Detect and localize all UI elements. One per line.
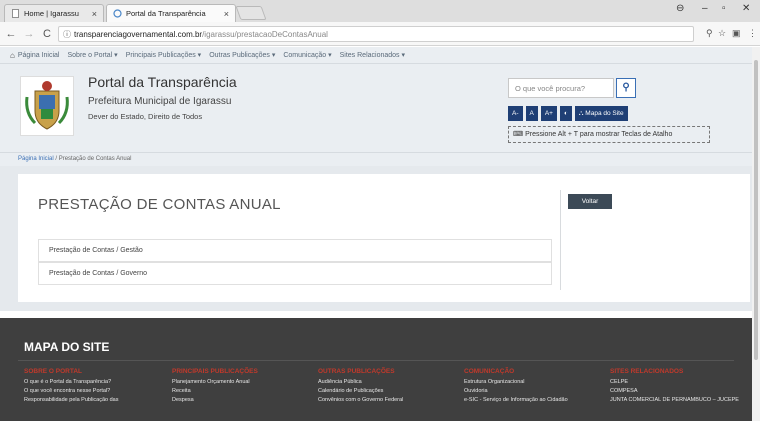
menu-icon[interactable]: ⋮ [748,28,757,39]
new-tab-button[interactable] [235,6,267,20]
site-title[interactable]: Portal da Transparência [88,74,237,90]
breadcrumb-home[interactable]: Página Inicial [18,156,54,162]
footer-divider [18,360,734,361]
tab-title: Home | Igarassu [24,9,79,18]
contrast-button[interactable]: ◐ [559,106,572,121]
footer-column-communication: COMUNICAÇÃO Estrutura Organizacional Ouv… [464,368,604,407]
accessibility-toolbar: A- A A+ ◐ ⛬ Mapa do Site [508,106,631,121]
footer-link[interactable]: Planejamento Orçamento Anual [172,379,312,385]
footer-heading[interactable]: SITES RELACIONADOS [610,368,750,375]
list-item-gestao[interactable]: Prestação de Contas / Gestão [38,239,552,262]
forward-arrow-icon[interactable]: → [22,28,36,40]
nav-item-home[interactable]: Página Inicial [18,52,60,59]
footer-link[interactable]: Responsabilidade pela Publicação das [24,397,164,403]
nav-item-communication[interactable]: Comunicação ▾ [283,51,331,59]
column-divider [560,190,561,290]
site-navigation: ⌂ Página Inicial Sobre o Portal ▾ Princi… [0,47,752,64]
municipal-crest-logo [20,76,74,136]
footer-link[interactable]: Convênios com o Governo Federal [318,397,458,403]
page-title: PRESTAÇÃO DE CONTAS ANUAL [38,196,281,213]
browser-tab-home[interactable]: Home | Igarassu × [4,4,104,22]
footer-title: MAPA DO SITE [24,340,110,354]
close-tab-icon[interactable]: × [224,9,229,19]
footer-heading[interactable]: OUTRAS PUBLICAÇÕES [318,368,458,375]
nav-item-main-publications[interactable]: Principais Publicações ▾ [126,51,202,59]
footer-column-about: SOBRE O PORTAL O que é o Portal da Trans… [24,368,164,407]
loading-icon [113,9,122,18]
extension-icon[interactable]: ▣ [732,28,741,39]
site-map-label: Mapa do Site [585,110,624,117]
tab-title: Portal da Transparência [126,9,206,18]
footer-link[interactable]: e-SIC - Serviço de Informação ao Cidadão [464,397,604,403]
url-host: transparenciagovernamental.com.br [74,29,203,39]
footer-link[interactable]: Estrutura Organizacional [464,379,604,385]
font-decrease-button[interactable]: A- [508,106,523,121]
page-icon [11,9,20,18]
footer-column-related-sites: SITES RELACIONADOS CELPE COMPESA JUNTA C… [610,368,750,407]
footer-heading[interactable]: SOBRE O PORTAL [24,368,164,375]
bookmark-star-icon[interactable]: ☆ [718,28,726,39]
zoom-icon[interactable]: ⚲ [706,28,713,39]
breadcrumb: Página Inicial / Prestação de Contas Anu… [0,152,752,166]
footer-column-main-publications: PRINCIPAIS PUBLICAÇÕES Planejamento Orça… [172,368,312,407]
maximize-icon[interactable]: ▫ [722,3,726,14]
footer-link[interactable]: O que é o Portal da Transparência? [24,379,164,385]
footer-column-other-publications: OUTRAS PUBLICAÇÕES Audiência Pública Cal… [318,368,458,407]
footer-link[interactable]: CELPE [610,379,750,385]
footer-link[interactable]: COMPESA [610,388,750,394]
site-subtitle: Prefeitura Municipal de Igarassu [88,96,232,107]
site-map-icon: ⛬ [578,110,584,117]
profile-icon[interactable]: ⊖ [676,3,684,14]
info-icon[interactable]: ⓘ [63,29,71,40]
breadcrumb-separator: / [55,156,58,162]
back-button[interactable]: Voltar [568,194,612,209]
footer-link[interactable]: JUNTA COMERCIAL DE PERNAMBUCO – JUCEPE [610,397,750,403]
list-item-governo[interactable]: Prestação de Contas / Governo [38,262,552,285]
home-icon[interactable]: ⌂ [10,51,15,60]
footer-link[interactable]: Despesa [172,397,312,403]
footer-link[interactable]: Audiência Pública [318,379,458,385]
keyboard-shortcut-hint[interactable]: ⌨ Pressione Alt + T para mostrar Teclas … [508,126,710,143]
site-header: Portal da Transparência Prefeitura Munic… [0,64,752,152]
footer-link[interactable]: Receita [172,388,312,394]
reload-icon[interactable]: C [40,28,54,40]
site-motto: Dever do Estado, Direito de Todos [88,112,203,121]
breadcrumb-current: Prestação de Contas Anual [58,156,132,162]
font-reset-button[interactable]: A [525,106,538,121]
font-increase-button[interactable]: A+ [540,106,557,121]
footer-heading[interactable]: COMUNICAÇÃO [464,368,604,375]
back-arrow-icon[interactable]: ← [4,28,18,40]
footer-link[interactable]: O que você encontra nesse Portal? [24,388,164,394]
shortcut-hint-text: Pressione Alt + T para mostrar Teclas de… [525,131,673,138]
site-map-button[interactable]: ⛬ Mapa do Site [574,106,628,121]
keyboard-icon: ⌨ [513,131,524,138]
url-path: /igarassu/prestacaoDeContasAnual [202,29,328,39]
close-tab-icon[interactable]: × [92,9,97,19]
site-footer: MAPA DO SITE SOBRE O PORTAL O que é o Po… [0,318,752,421]
footer-link[interactable]: Ouvidoria [464,388,604,394]
search-input[interactable]: O que você procura? [508,78,614,98]
nav-item-other-publications[interactable]: Outras Publicações ▾ [209,51,275,59]
browser-toolbar: ← → C ⓘ transparenciagovernamental.com.b… [0,22,760,46]
search-icon: ⚲ [622,82,630,93]
footer-heading[interactable]: PRINCIPAIS PUBLICAÇÕES [172,368,312,375]
scrollbar-thumb[interactable] [754,60,758,360]
nav-item-related-sites[interactable]: Sites Relacionados ▾ [340,51,405,59]
window-close-icon[interactable]: ✕ [742,3,750,14]
browser-tab-portal[interactable]: Portal da Transparência × [106,4,236,22]
nav-item-about[interactable]: Sobre o Portal ▾ [67,51,117,59]
footer-link[interactable]: Calendário de Publicações [318,388,458,394]
browser-tab-bar: Home | Igarassu × Portal da Transparênci… [0,0,760,22]
address-bar[interactable]: ⓘ transparenciagovernamental.com.br/igar… [58,26,694,42]
search-button[interactable]: ⚲ [616,78,636,98]
minimize-icon[interactable]: – [702,3,708,14]
